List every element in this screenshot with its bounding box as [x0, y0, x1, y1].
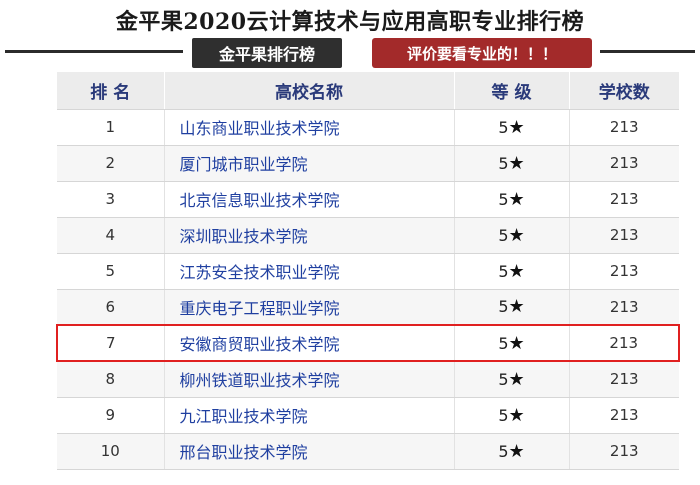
- cell-school-count: 213: [569, 324, 680, 362]
- grade-value: 5: [498, 117, 509, 137]
- table-row: 2 厦门城市职业学院 5★ 213: [57, 145, 679, 182]
- cell-school-name[interactable]: 重庆电子工程职业学院: [164, 289, 455, 326]
- cell-school-name[interactable]: 北京信息职业技术学院: [164, 181, 455, 218]
- ranking-brand-tag: 金平果排行榜: [192, 38, 342, 68]
- cell-rank: 1: [57, 109, 165, 146]
- grade-value: 5: [498, 189, 509, 209]
- slogan-tag: 评价要看专业的！！！: [372, 38, 592, 68]
- cell-grade: 5★: [454, 361, 570, 398]
- table-row: 7 安徽商贸职业技术学院 5★ 213: [56, 324, 680, 362]
- star-icon: ★: [508, 332, 525, 354]
- grade-value: 5: [498, 405, 509, 425]
- cell-school-count: 213: [569, 397, 679, 434]
- cell-school-count: 213: [569, 217, 679, 254]
- cell-rank: 9: [57, 397, 165, 434]
- header-school-count: 学校数: [569, 72, 679, 110]
- star-icon: ★: [508, 224, 525, 246]
- cell-rank: 5: [57, 253, 165, 290]
- star-icon: ★: [508, 116, 525, 138]
- cell-school-name[interactable]: 厦门城市职业学院: [164, 145, 455, 182]
- divider-left: [5, 50, 183, 53]
- cell-school-name[interactable]: 深圳职业技术学院: [164, 217, 455, 254]
- star-icon: ★: [508, 152, 525, 174]
- cell-school-name[interactable]: 安徽商贸职业技术学院: [164, 324, 455, 362]
- star-icon: ★: [508, 296, 525, 318]
- banner: 金平果排行榜 评价要看专业的！！！: [0, 36, 700, 70]
- cell-rank: 7: [56, 324, 165, 362]
- page-title: 金平果2020云计算技术与应用高职专业排行榜: [115, 9, 585, 35]
- table-header-row: 排 名 高校名称 等 级 学校数: [57, 72, 679, 110]
- header-rank: 排 名: [57, 72, 165, 110]
- table-row: 6 重庆电子工程职业学院 5★ 213: [57, 289, 679, 326]
- cell-school-count: 213: [569, 109, 679, 146]
- cell-school-count: 213: [569, 433, 679, 470]
- grade-value: 5: [498, 153, 509, 173]
- header-grade: 等 级: [454, 72, 570, 110]
- cell-school-name[interactable]: 山东商业职业技术学院: [164, 109, 455, 146]
- cell-rank: 6: [57, 289, 165, 326]
- grade-value: 5: [498, 261, 509, 281]
- ranking-table: 排 名 高校名称 等 级 学校数 1 山东商业职业技术学院 5★ 213 2 厦门城市职业…: [56, 72, 680, 470]
- table-row: 1 山东商业职业技术学院 5★ 213: [57, 109, 679, 146]
- grade-value: 5: [498, 333, 509, 353]
- cell-school-count: 213: [569, 253, 679, 290]
- cell-school-count: 213: [569, 289, 679, 326]
- cell-grade: 5★: [454, 397, 570, 434]
- star-icon: ★: [508, 260, 525, 282]
- cell-grade: 5★: [454, 181, 570, 218]
- table-row: 8 柳州铁道职业技术学院 5★ 213: [57, 361, 679, 398]
- cell-grade: 5★: [454, 217, 570, 254]
- cell-rank: 4: [57, 217, 165, 254]
- cell-grade: 5★: [454, 324, 570, 362]
- star-icon: ★: [508, 368, 525, 390]
- cell-rank: 8: [57, 361, 165, 398]
- star-icon: ★: [508, 404, 525, 426]
- header-school-name: 高校名称: [164, 72, 455, 110]
- cell-rank: 10: [57, 433, 165, 470]
- table-row: 4 深圳职业技术学院 5★ 213: [57, 217, 679, 254]
- table-row: 10 邢台职业技术学院 5★ 213: [57, 433, 679, 470]
- cell-grade: 5★: [454, 433, 570, 470]
- cell-school-count: 213: [569, 145, 679, 182]
- star-icon: ★: [508, 440, 525, 462]
- cell-grade: 5★: [454, 109, 570, 146]
- cell-grade: 5★: [454, 289, 570, 326]
- cell-school-count: 213: [569, 361, 679, 398]
- grade-value: 5: [498, 441, 509, 461]
- grade-value: 5: [498, 225, 509, 245]
- grade-value: 5: [498, 369, 509, 389]
- cell-school-count: 213: [569, 181, 679, 218]
- cell-grade: 5★: [454, 145, 570, 182]
- divider-right: [600, 50, 695, 53]
- cell-rank: 2: [57, 145, 165, 182]
- cell-school-name[interactable]: 江苏安全技术职业学院: [164, 253, 455, 290]
- cell-school-name[interactable]: 柳州铁道职业技术学院: [164, 361, 455, 398]
- cell-grade: 5★: [454, 253, 570, 290]
- star-icon: ★: [508, 188, 525, 210]
- cell-school-name[interactable]: 九江职业技术学院: [164, 397, 455, 434]
- table-row: 5 江苏安全技术职业学院 5★ 213: [57, 253, 679, 290]
- cell-school-name[interactable]: 邢台职业技术学院: [164, 433, 455, 470]
- table-row: 9 九江职业技术学院 5★ 213: [57, 397, 679, 434]
- cell-rank: 3: [57, 181, 165, 218]
- table-row: 3 北京信息职业技术学院 5★ 213: [57, 181, 679, 218]
- grade-value: 5: [498, 297, 509, 317]
